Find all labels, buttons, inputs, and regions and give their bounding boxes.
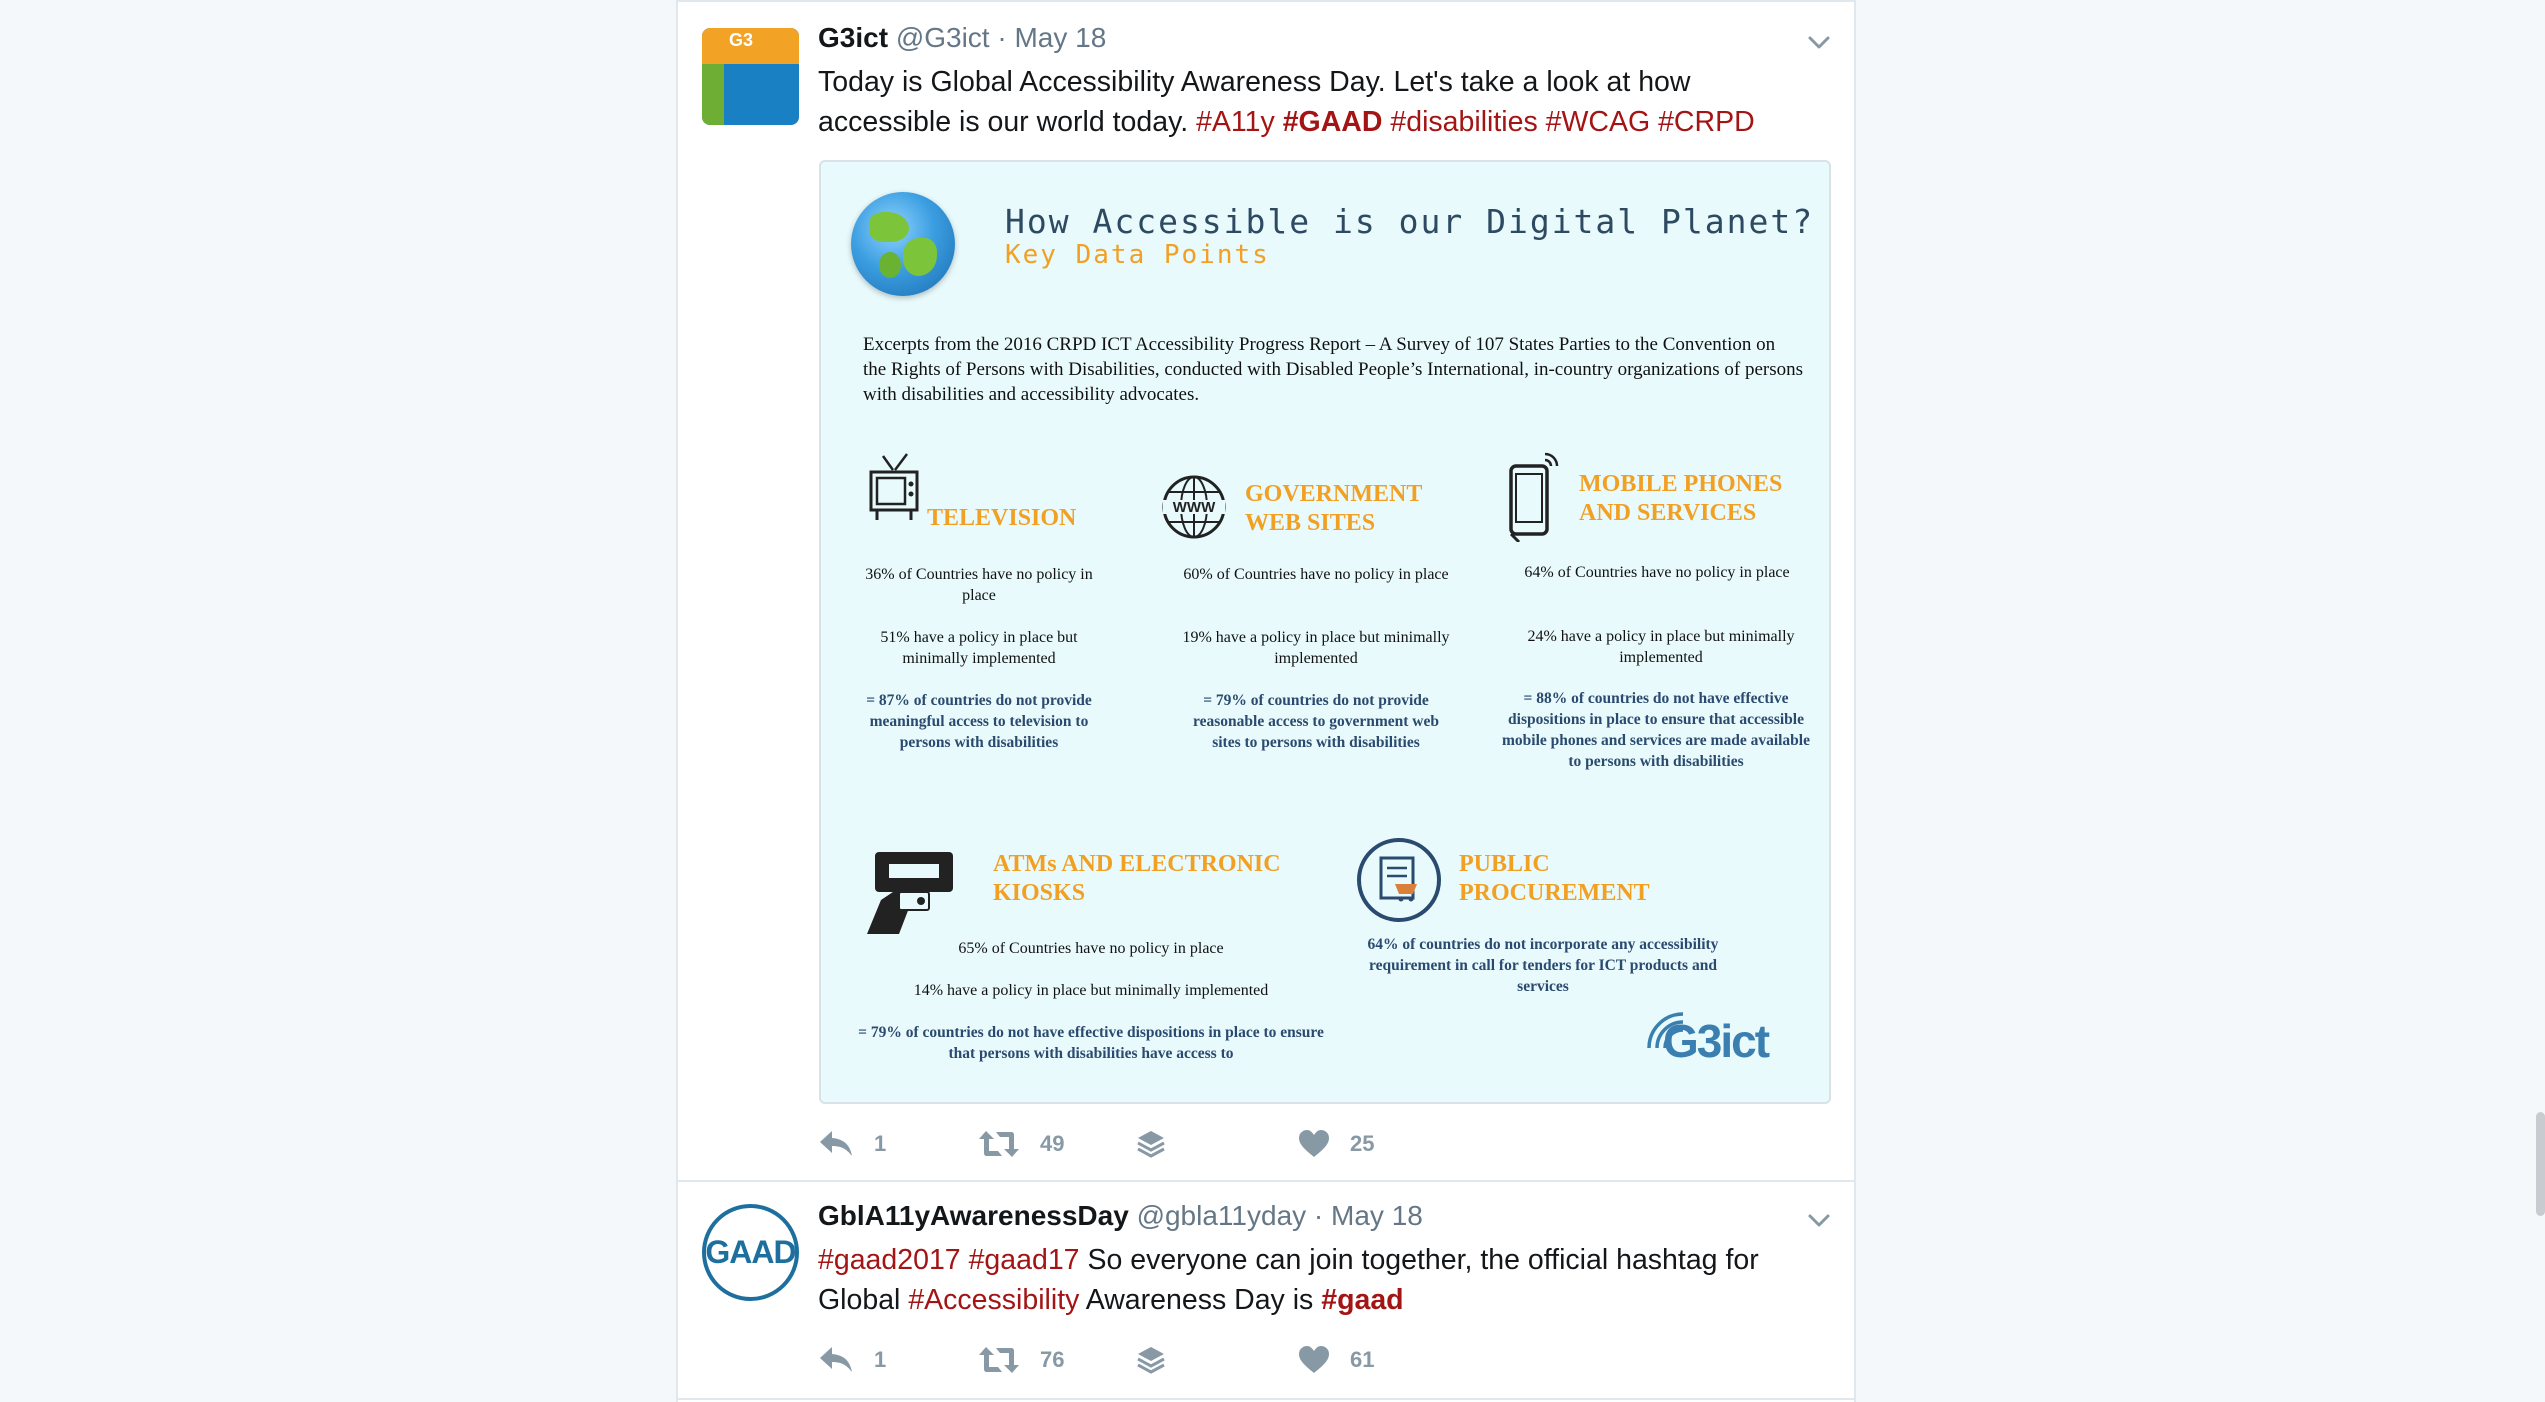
add-to-stack-button[interactable]: [1136, 1340, 1166, 1380]
gaad-logo-text: GAAD: [705, 1234, 796, 1270]
category-heading: GOVERNMENT WEB SITES: [1245, 481, 1422, 536]
svg-text:WWW: WWW: [1173, 499, 1216, 516]
reply-button[interactable]: 1: [818, 1340, 886, 1380]
hashtag-link[interactable]: #Accessibility: [908, 1284, 1079, 1316]
avatar[interactable]: GAAD: [702, 1204, 799, 1301]
g3ict-logo-avatar: G3: [702, 28, 799, 125]
hashtag-link[interactable]: #gaad17: [969, 1244, 1080, 1276]
category-stat: 24% have a policy in place but minimally…: [1527, 628, 1795, 666]
category-heading: MOBILE PHONES AND SERVICES: [1579, 471, 1783, 526]
category-stat: 60% of Countries have no policy in place: [1183, 566, 1449, 583]
display-name[interactable]: G3ict: [818, 22, 888, 53]
user-handle[interactable]: @gbla11yday: [1137, 1200, 1307, 1231]
mobile-phone-icon: [1509, 452, 1559, 542]
retweet-count: 49: [1040, 1131, 1065, 1156]
reply-icon: [820, 1347, 852, 1372]
hashtag-link[interactable]: #A11y: [1196, 106, 1275, 138]
hashtag-link[interactable]: #GAAD: [1283, 106, 1383, 138]
hashtag-link[interactable]: #WCAG: [1546, 106, 1651, 138]
like-count: 25: [1350, 1131, 1375, 1156]
chevron-down-icon[interactable]: [1806, 30, 1832, 56]
retweet-icon: [979, 1347, 1019, 1373]
stack-icon: [1137, 1131, 1165, 1158]
category-heading: PUBLIC PROCUREMENT: [1459, 851, 1650, 906]
avatar-mark: G3: [729, 30, 754, 50]
category-conclusion: 64% of countries do not incorporate any …: [1367, 936, 1719, 995]
g3ict-logo-text: G3ict: [1663, 1015, 1770, 1067]
globe-icon: [851, 192, 955, 296]
tweet[interactable]: G3 G3ict @G3ict · May 18 Today is Global…: [678, 0, 1854, 1182]
avatar[interactable]: G3: [702, 28, 799, 125]
procurement-cart-icon: [1357, 838, 1441, 922]
category-stat: 36% of Countries have no policy in place: [865, 566, 1093, 604]
tweet-timestamp[interactable]: May 18: [1014, 22, 1106, 53]
timeline-stream: G3 G3ict @G3ict · May 18 Today is Global…: [676, 0, 1856, 1402]
tweet-media-infographic[interactable]: How Accessible is our Digital Planet? Ke…: [819, 160, 1831, 1104]
globe-www-icon: WWW: [1162, 475, 1226, 539]
category-stat: 64% of Countries have no policy in place: [1524, 564, 1790, 581]
hashtag-link[interactable]: #CRPD: [1658, 106, 1755, 138]
separator: ·: [1313, 1200, 1324, 1231]
category-stat: 65% of Countries have no policy in place: [958, 940, 1224, 957]
category-conclusion: = 88% of countries do not have effective…: [1502, 690, 1810, 770]
reply-button[interactable]: 1: [818, 1124, 886, 1164]
retweet-button[interactable]: 76: [978, 1340, 1064, 1380]
tweet-text-body: Awareness Day is: [1079, 1284, 1322, 1316]
atm-card-icon: [867, 852, 953, 934]
reply-count: 1: [874, 1131, 887, 1156]
like-button[interactable]: 25: [1298, 1124, 1374, 1164]
hashtag-link[interactable]: #gaad: [1321, 1284, 1403, 1316]
tweet-text: Today is Global Accessibility Awareness …: [818, 62, 1828, 142]
tweet-timestamp[interactable]: May 18: [1331, 1200, 1423, 1231]
hashtag-link[interactable]: #disabilities: [1390, 106, 1537, 138]
retweet-count: 76: [1040, 1347, 1065, 1372]
chevron-down-icon[interactable]: [1806, 1208, 1832, 1234]
user-handle[interactable]: @G3ict: [896, 22, 990, 53]
infographic-title: How Accessible is our Digital Planet?: [1005, 202, 1815, 241]
retweet-icon: [979, 1131, 1019, 1157]
category-stat: 14% have a policy in place but minimally…: [913, 982, 1269, 999]
reply-icon: [820, 1131, 852, 1156]
category-heading: TELEVISION: [927, 505, 1077, 531]
category-conclusion: = 87% of countries do not provide meanin…: [866, 692, 1092, 751]
category-conclusion: = 79% of countries do not have effective…: [858, 1024, 1324, 1062]
category-stat: 19% have a policy in place but minimally…: [1182, 629, 1450, 667]
category-heading: ATMs AND ELECTRONIC KIOSKS: [993, 851, 1281, 906]
separator: ·: [997, 22, 1007, 53]
tweet-text: #gaad2017 #gaad17 So everyone can join t…: [818, 1240, 1828, 1320]
like-count: 61: [1350, 1347, 1375, 1372]
add-to-stack-button[interactable]: [1136, 1124, 1166, 1164]
category-stat: 51% have a policy in place but minimally…: [880, 629, 1078, 667]
television-icon: [869, 453, 919, 520]
heart-icon: [1299, 1130, 1329, 1157]
retweet-button[interactable]: 49: [978, 1124, 1064, 1164]
scrollbar-thumb[interactable]: [2536, 1112, 2545, 1216]
infographic-intro: Excerpts from the 2016 CRPD ICT Accessib…: [863, 334, 1803, 405]
tweet-header: G3ict @G3ict · May 18: [818, 22, 1106, 54]
heart-icon: [1299, 1346, 1329, 1373]
hashtag-link[interactable]: #gaad2017: [818, 1244, 961, 1276]
like-button[interactable]: 61: [1298, 1340, 1374, 1380]
stack-icon: [1137, 1347, 1165, 1374]
infographic-subtitle: Key Data Points: [1005, 240, 1270, 270]
category-conclusion: = 79% of countries do not provide reason…: [1193, 692, 1439, 751]
reply-count: 1: [874, 1347, 887, 1372]
display-name[interactable]: GblA11yAwarenessDay: [818, 1200, 1129, 1231]
tweet-header: GblA11yAwarenessDay @gbla11yday · May 18: [818, 1200, 1423, 1232]
tweet[interactable]: GAAD GblA11yAwarenessDay @gbla11yday · M…: [678, 1182, 1854, 1400]
g3ict-logo: G3ict: [1639, 1004, 1809, 1074]
